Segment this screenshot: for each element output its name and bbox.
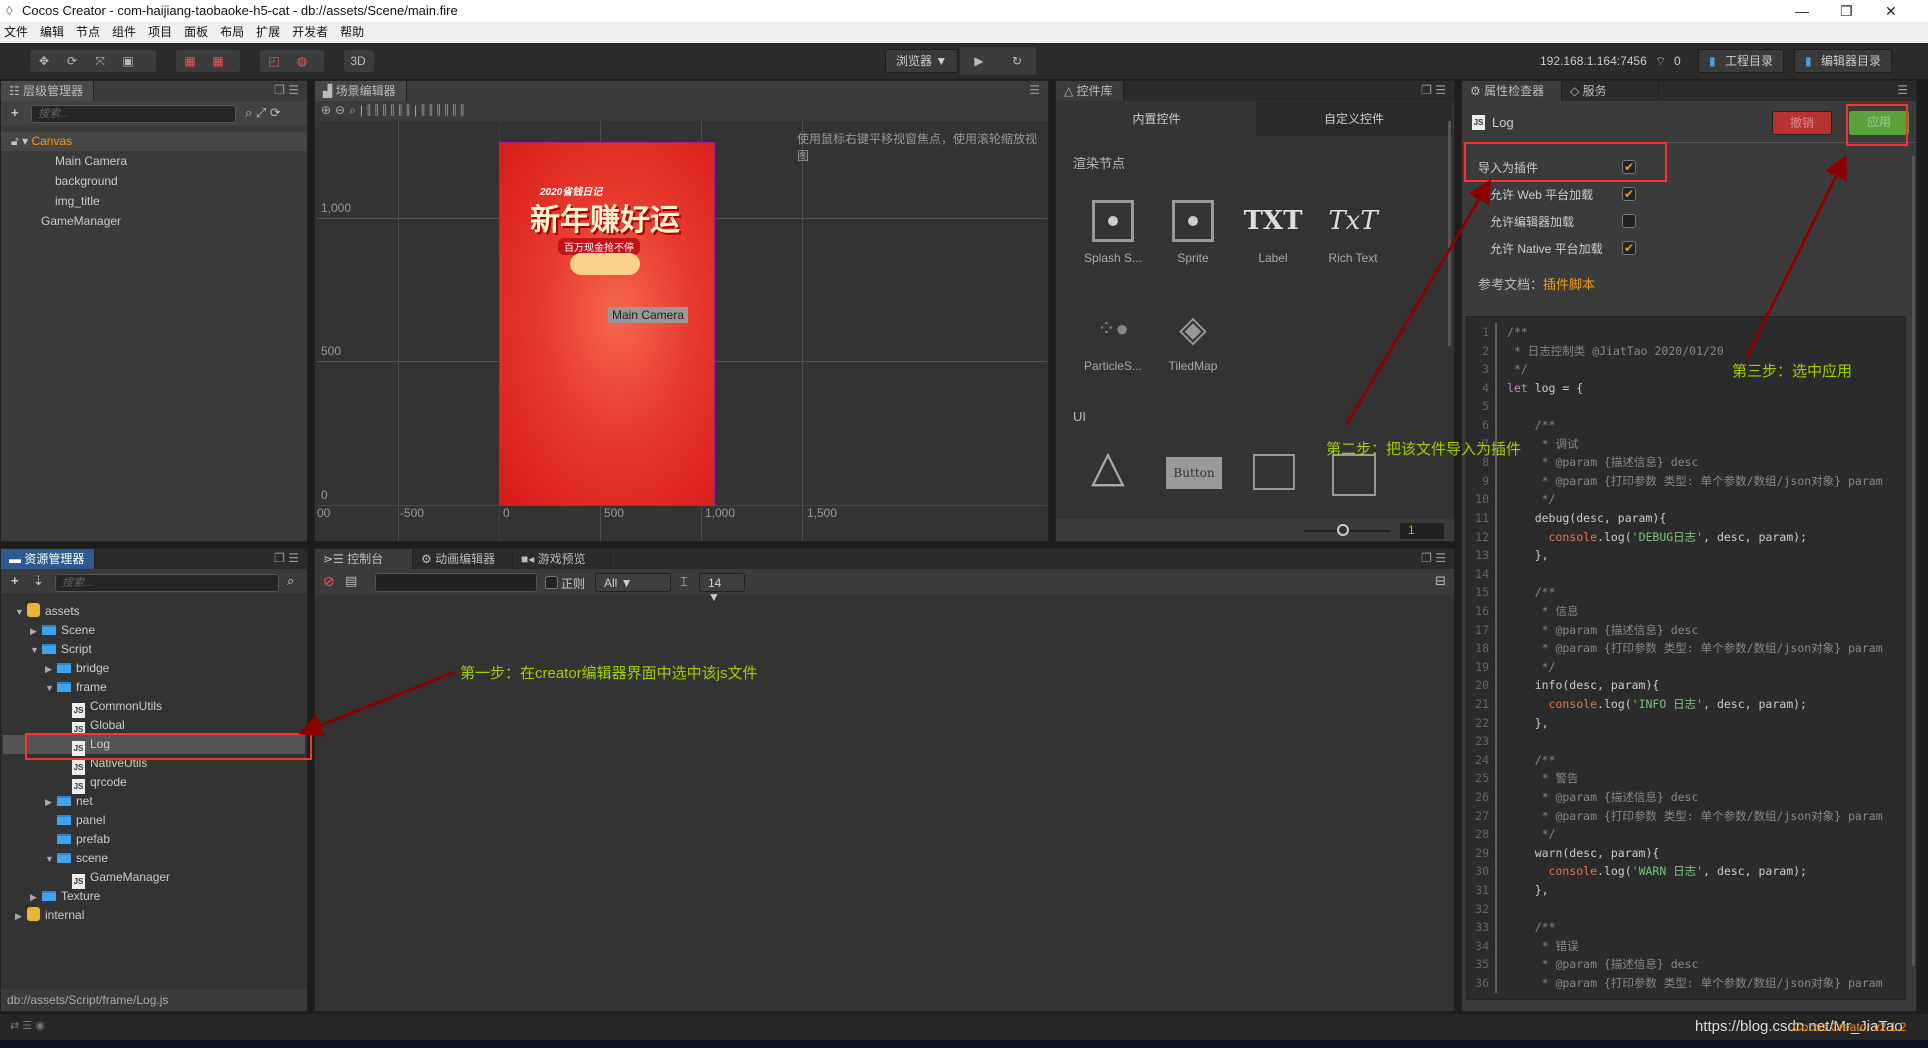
arrow-step2	[1345, 178, 1492, 425]
annotation-step1: 第一步：在creator编辑器界面中选中该js文件	[460, 665, 758, 682]
arrow-step3	[1745, 154, 1847, 358]
annotation-arrows	[298, 154, 1847, 737]
arrow-step1	[298, 670, 456, 737]
annotation-step2: 第二步：把该文件导入为插件	[1326, 441, 1522, 458]
annotation-step3: 第三步：选中应用	[1732, 363, 1853, 380]
